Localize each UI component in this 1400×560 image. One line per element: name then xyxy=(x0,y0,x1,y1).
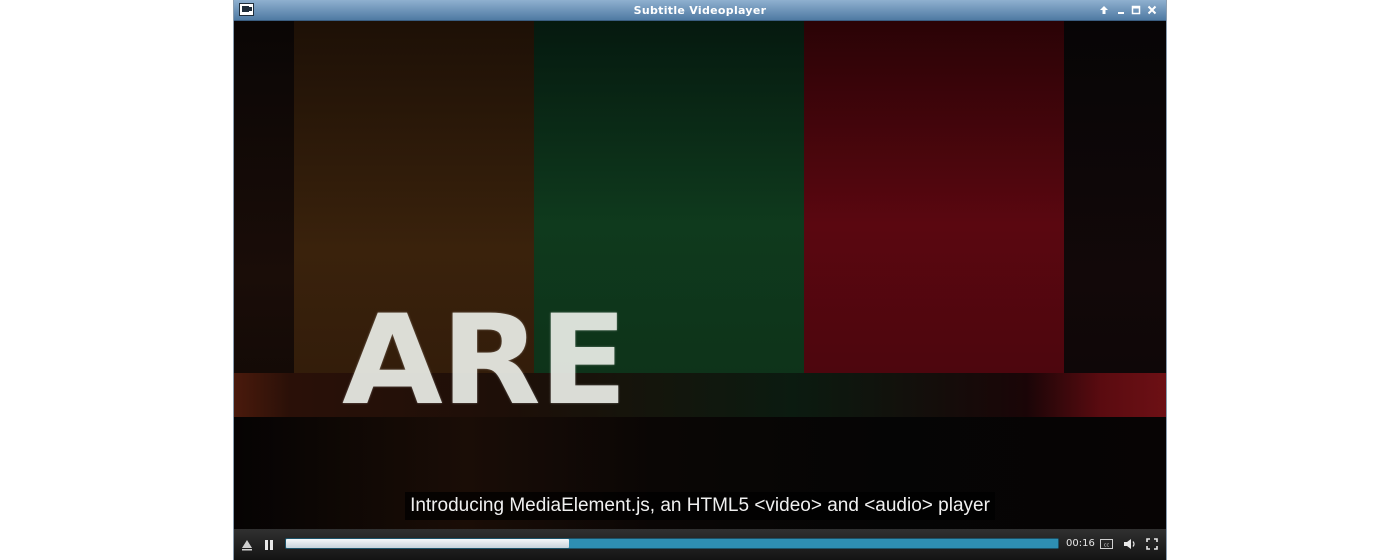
captions-button[interactable]: cc xyxy=(1099,536,1115,555)
current-time: 00:16 xyxy=(1066,538,1095,549)
maximize-arrow-icon[interactable] xyxy=(1097,3,1111,17)
video-frame[interactable]: ARE Introducing MediaElement.js, an HTML… xyxy=(234,21,1166,529)
player-controls: 00:16 cc xyxy=(234,529,1166,560)
fullscreen-button[interactable] xyxy=(1145,536,1159,555)
loop-icon[interactable] xyxy=(240,537,254,556)
volume-button[interactable] xyxy=(1122,536,1138,555)
fullscreen-icon xyxy=(1146,538,1158,550)
minimize-icon[interactable] xyxy=(1114,3,1128,17)
close-icon[interactable] xyxy=(1145,3,1159,17)
svg-text:cc: cc xyxy=(1104,543,1110,549)
pause-icon xyxy=(265,540,273,550)
subtitle-text: Introducing MediaElement.js, an HTML5 <v… xyxy=(405,492,995,520)
window-title: Subtitle Videoplayer xyxy=(633,4,767,17)
progress-bar[interactable] xyxy=(285,538,1059,549)
restore-icon[interactable] xyxy=(1129,3,1143,17)
captions-icon: cc xyxy=(1100,539,1113,549)
video-overlay-text: ARE xyxy=(342,289,628,433)
pause-button[interactable] xyxy=(262,537,276,556)
title-bar[interactable]: Subtitle Videoplayer xyxy=(234,0,1166,21)
volume-icon xyxy=(1124,539,1135,549)
video-player-window: Subtitle Videoplayer ARE Introducing Med… xyxy=(234,0,1166,560)
subtitle-caption: Introducing MediaElement.js, an HTML5 <v… xyxy=(234,492,1166,520)
progress-played xyxy=(286,539,569,548)
